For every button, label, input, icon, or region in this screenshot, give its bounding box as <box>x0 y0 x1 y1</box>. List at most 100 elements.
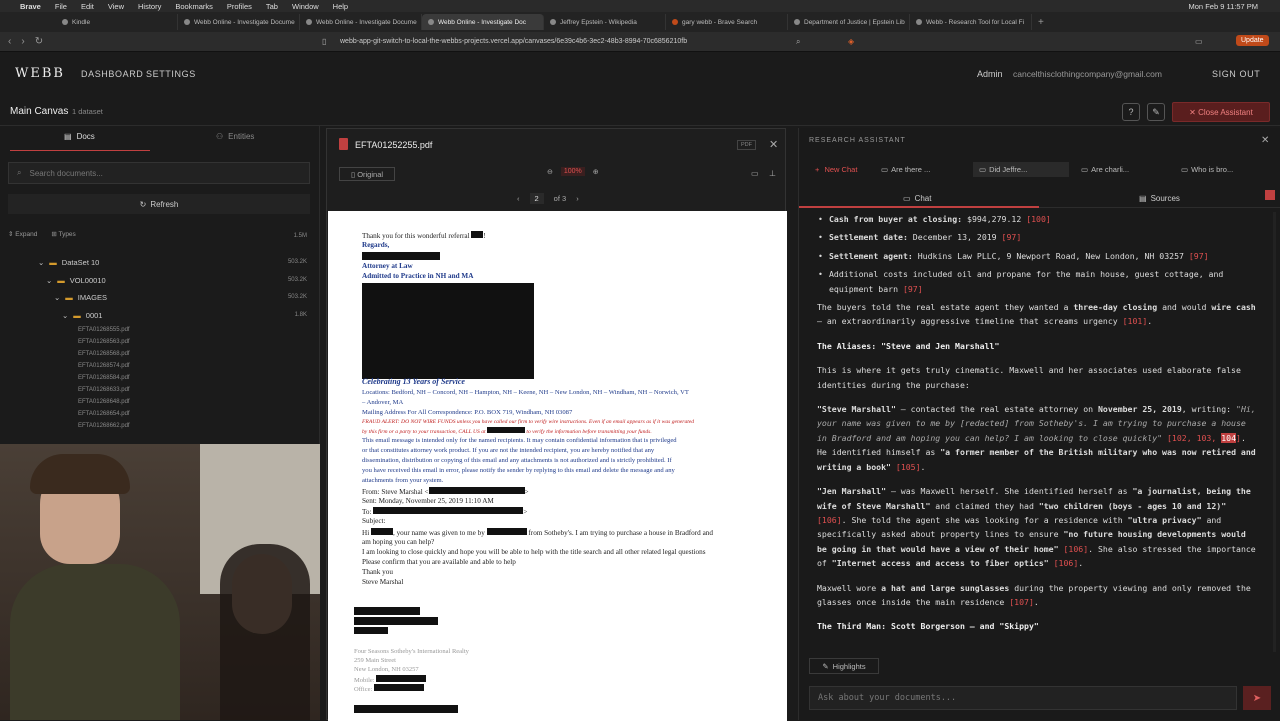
pdf-line: Locations: Bedford, NH – Concord, NH – H… <box>362 389 689 396</box>
tab-docs[interactable]: ▤ Docs <box>64 132 95 141</box>
file-item[interactable]: EFTA01268662.pdf <box>78 423 130 429</box>
update-button[interactable]: Update <box>1236 35 1269 46</box>
nav-dashboard[interactable]: DASHBOARD <box>81 69 143 79</box>
tab-kindle[interactable]: Kindle <box>56 14 178 30</box>
doc-icon: ▤ <box>64 132 72 141</box>
tab-doj[interactable]: Department of Justice | Epstein Lib <box>788 14 910 30</box>
nav-settings[interactable]: SETTINGS <box>146 69 196 79</box>
help-icon[interactable]: ? <box>1122 103 1140 121</box>
file-item[interactable]: EFTA01268574.pdf <box>78 363 130 369</box>
menu-help[interactable]: Help <box>333 2 348 11</box>
tab-webb-research[interactable]: Webb - Research Tool for Local Fi <box>910 14 1032 30</box>
forward-icon[interactable]: › <box>21 36 24 47</box>
pager: ‹ 2 of 3 › <box>517 193 579 204</box>
tab-brave-search[interactable]: gary webb - Brave Search <box>666 14 788 30</box>
address-bar-row: ‹ › ↻ ▯ webb-app-git-switch-to-local-the-w… <box>0 32 1280 52</box>
scrollbar[interactable] <box>1273 212 1276 652</box>
pdf-line: I am looking to close quickly and hope y… <box>362 548 706 556</box>
ask-input[interactable]: Ask about your documents... <box>809 686 1237 710</box>
tab-sources[interactable]: ▤ Sources <box>1139 194 1180 203</box>
chat-icon: ▭ <box>1081 165 1089 174</box>
send-icon[interactable]: ➤ <box>1243 686 1271 710</box>
next-page-icon[interactable]: › <box>576 194 579 203</box>
redaction <box>487 427 525 433</box>
tab-entities[interactable]: ⚇ Entities <box>216 132 254 141</box>
pen-icon[interactable]: ✎ <box>1147 103 1165 121</box>
search-documents-input[interactable]: ⌕ Search documents... <box>8 162 310 184</box>
response-paragraph: "Jen Marshall" — was Maxwell herself. Sh… <box>817 486 1256 569</box>
types-button[interactable]: ⊞ Types <box>51 230 75 238</box>
chat-tab[interactable]: ▭ Are charli... <box>1075 162 1135 177</box>
file-item[interactable]: EFTA01268555.pdf <box>78 327 130 333</box>
app-menu[interactable]: Brave <box>20 2 41 11</box>
pdf-line: Sent: Monday, November 25, 2019 11:10 AM <box>362 497 494 505</box>
close-icon[interactable]: ✕ <box>1261 135 1269 146</box>
highlights-button[interactable]: ✎ Highlights <box>809 658 879 674</box>
page-number-input[interactable]: 2 <box>529 193 544 204</box>
pdf-header: EFTA01252255.pdf PDF ✕ <box>327 129 787 161</box>
file-item[interactable]: EFTA01268584.pdf <box>78 375 130 381</box>
pdf-signature-line: Office: <box>354 684 424 693</box>
original-toggle[interactable]: ▯ Original <box>339 167 395 181</box>
menu-edit[interactable]: Edit <box>81 2 94 11</box>
pdf-line: dissemination, distribution or copying o… <box>362 457 672 464</box>
response-paragraph: Maxwell wore a hat and large sunglasses … <box>817 582 1251 607</box>
chat-tab[interactable]: ▭ Who is bro... <box>1175 162 1239 177</box>
menu-view[interactable]: View <box>108 2 124 11</box>
reload-icon[interactable]: ↻ <box>35 36 43 47</box>
new-chat-button[interactable]: + New Chat <box>809 162 863 177</box>
flag-icon[interactable] <box>1265 190 1275 200</box>
zoom-in-icon[interactable]: ⊕ <box>593 168 599 176</box>
menu-bookmarks[interactable]: Bookmarks <box>175 2 213 11</box>
menu-profiles[interactable]: Profiles <box>227 2 252 11</box>
redaction <box>370 528 393 535</box>
bookmark-icon[interactable]: ▯ <box>322 37 326 46</box>
tab-wikipedia[interactable]: Jeffrey Epstein - Wikipedia <box>544 14 666 30</box>
close-icon[interactable]: ✕ <box>769 138 778 151</box>
menu-tab[interactable]: Tab <box>266 2 278 11</box>
tab-webb-2[interactable]: Webb Online - Investigate Docume <box>300 14 422 30</box>
tree-vol[interactable]: ⌄ ▬ VOL00010 <box>46 276 106 285</box>
chat-tab[interactable]: ▭ Are there ... <box>875 162 936 177</box>
dataset-count: 1 dataset <box>72 107 103 116</box>
close-assistant-button[interactable]: ✕ Close Assistant <box>1172 102 1270 122</box>
file-item[interactable]: EFTA01268648.pdf <box>78 399 130 405</box>
pdf-line: Steve Marshal <box>362 578 404 586</box>
expand-button[interactable]: ⇕ Expand <box>8 230 37 238</box>
file-item[interactable]: EFTA01268633.pdf <box>78 387 130 393</box>
tab-webb-1[interactable]: Webb Online - Investigate Docume <box>178 14 300 30</box>
sidebar-icon[interactable]: ▭ <box>1195 37 1203 46</box>
app-logo[interactable]: WEBB <box>15 66 65 81</box>
refresh-button[interactable]: ↻ Refresh <box>8 194 310 214</box>
pdf-viewer: EFTA01252255.pdf PDF ✕ ▯ Original ⊖ 100%… <box>326 128 787 721</box>
zoom-out-icon[interactable]: ⊖ <box>547 168 553 176</box>
tree-images[interactable]: ⌄ ▬ IMAGES <box>54 293 107 302</box>
redaction <box>376 675 427 682</box>
zoom-icon[interactable]: ⌕ <box>796 37 800 47</box>
file-item[interactable]: EFTA01268568.pdf <box>78 351 130 357</box>
redaction <box>354 705 458 713</box>
comment-icon[interactable]: ▭ <box>751 169 759 178</box>
sign-out-link[interactable]: SIGN OUT <box>1212 69 1260 79</box>
url-field[interactable]: webb-app-git-switch-to-local-the-webbs-p… <box>340 38 687 45</box>
pin-icon[interactable]: ⊥ <box>769 169 776 178</box>
file-item[interactable]: EFTA01268563.pdf <box>78 339 130 345</box>
clock[interactable]: Mon Feb 9 11:57 PM <box>1189 2 1258 11</box>
chat-tab-active[interactable]: ▭ Did Jeffre... <box>973 162 1069 177</box>
tree-0001[interactable]: ⌄ ▬ 0001 <box>62 311 102 320</box>
redaction <box>354 617 438 625</box>
back-icon[interactable]: ‹ <box>8 36 11 47</box>
tab-webb-active[interactable]: Webb Online - Investigate Doc <box>422 14 544 30</box>
brave-shield-icon[interactable]: ◈ <box>848 37 854 46</box>
tree-dataset[interactable]: ⌄ ▬ DataSet 10 <box>38 258 99 267</box>
chat-icon: ▭ <box>881 165 889 174</box>
new-tab-icon[interactable]: + <box>1038 17 1044 28</box>
menu-window[interactable]: Window <box>292 2 319 11</box>
prev-page-icon[interactable]: ‹ <box>517 194 520 203</box>
menu-file[interactable]: File <box>55 2 67 11</box>
menu-history[interactable]: History <box>138 2 161 11</box>
pdf-line: Attorney at Law <box>362 262 413 270</box>
file-item[interactable]: EFTA01268654.pdf <box>78 411 130 417</box>
tab-chat[interactable]: ▭ Chat <box>903 194 931 203</box>
pdf-line: – Andover, MA <box>362 399 404 406</box>
